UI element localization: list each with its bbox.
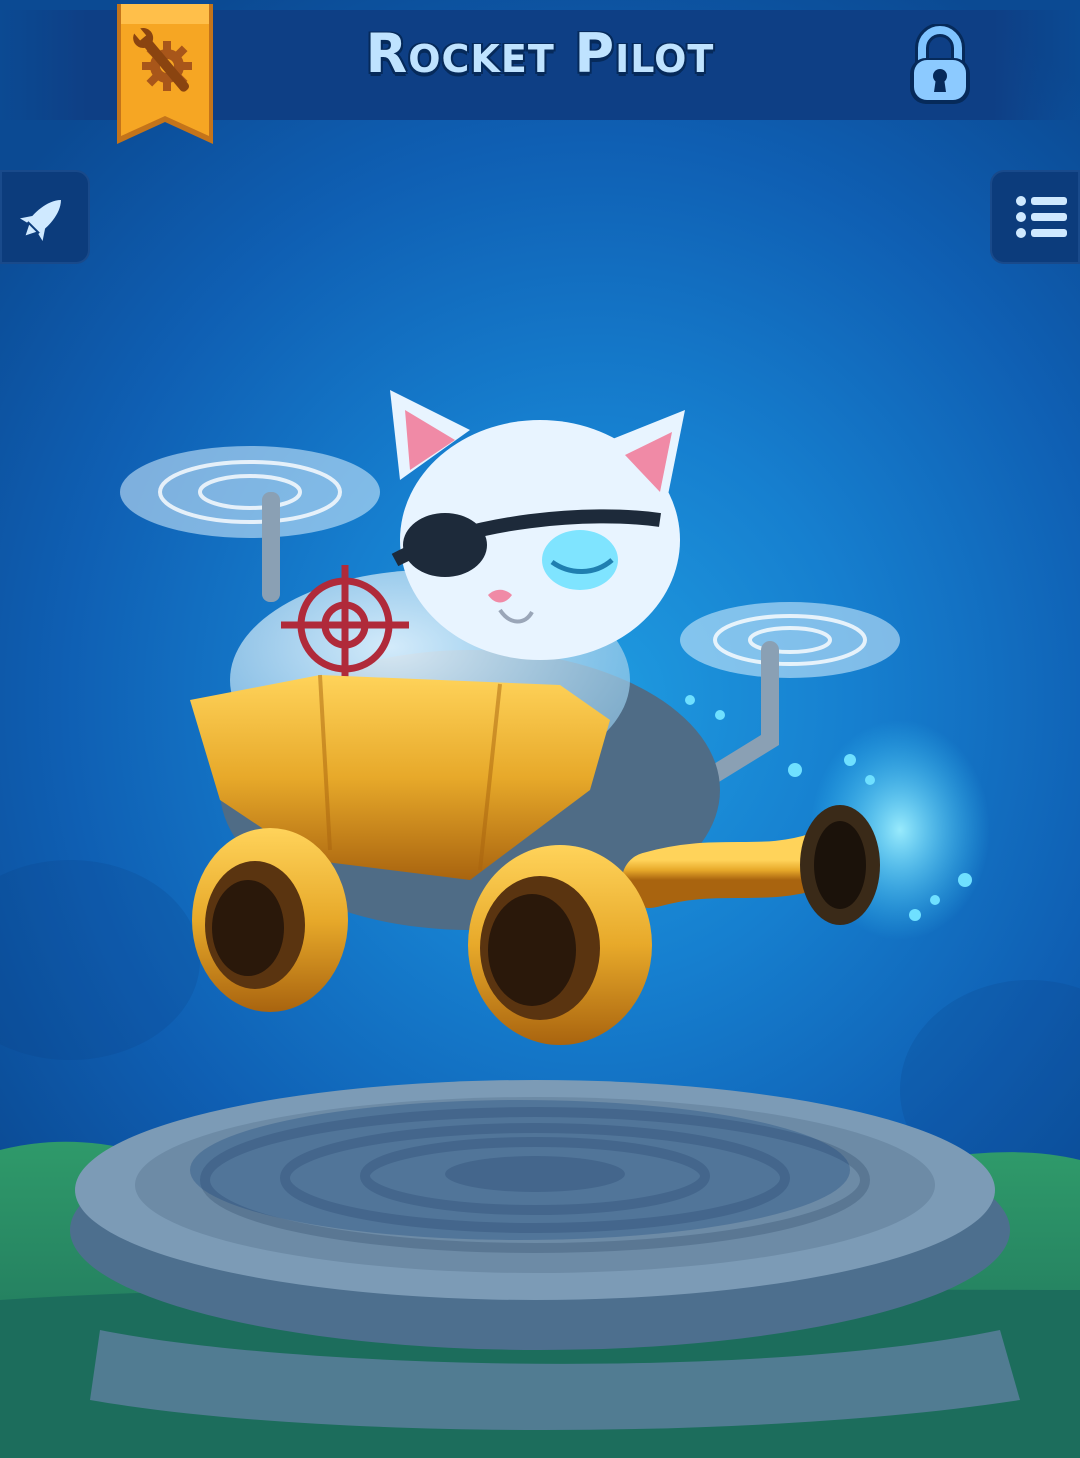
stone-pedestal [70, 1080, 1020, 1430]
game-screen: Rocket Pilot [0, 0, 1080, 1458]
character-showcase [0, 390, 1080, 1458]
wheel-front-left [192, 828, 348, 1012]
wheel-front-right [468, 845, 652, 1045]
